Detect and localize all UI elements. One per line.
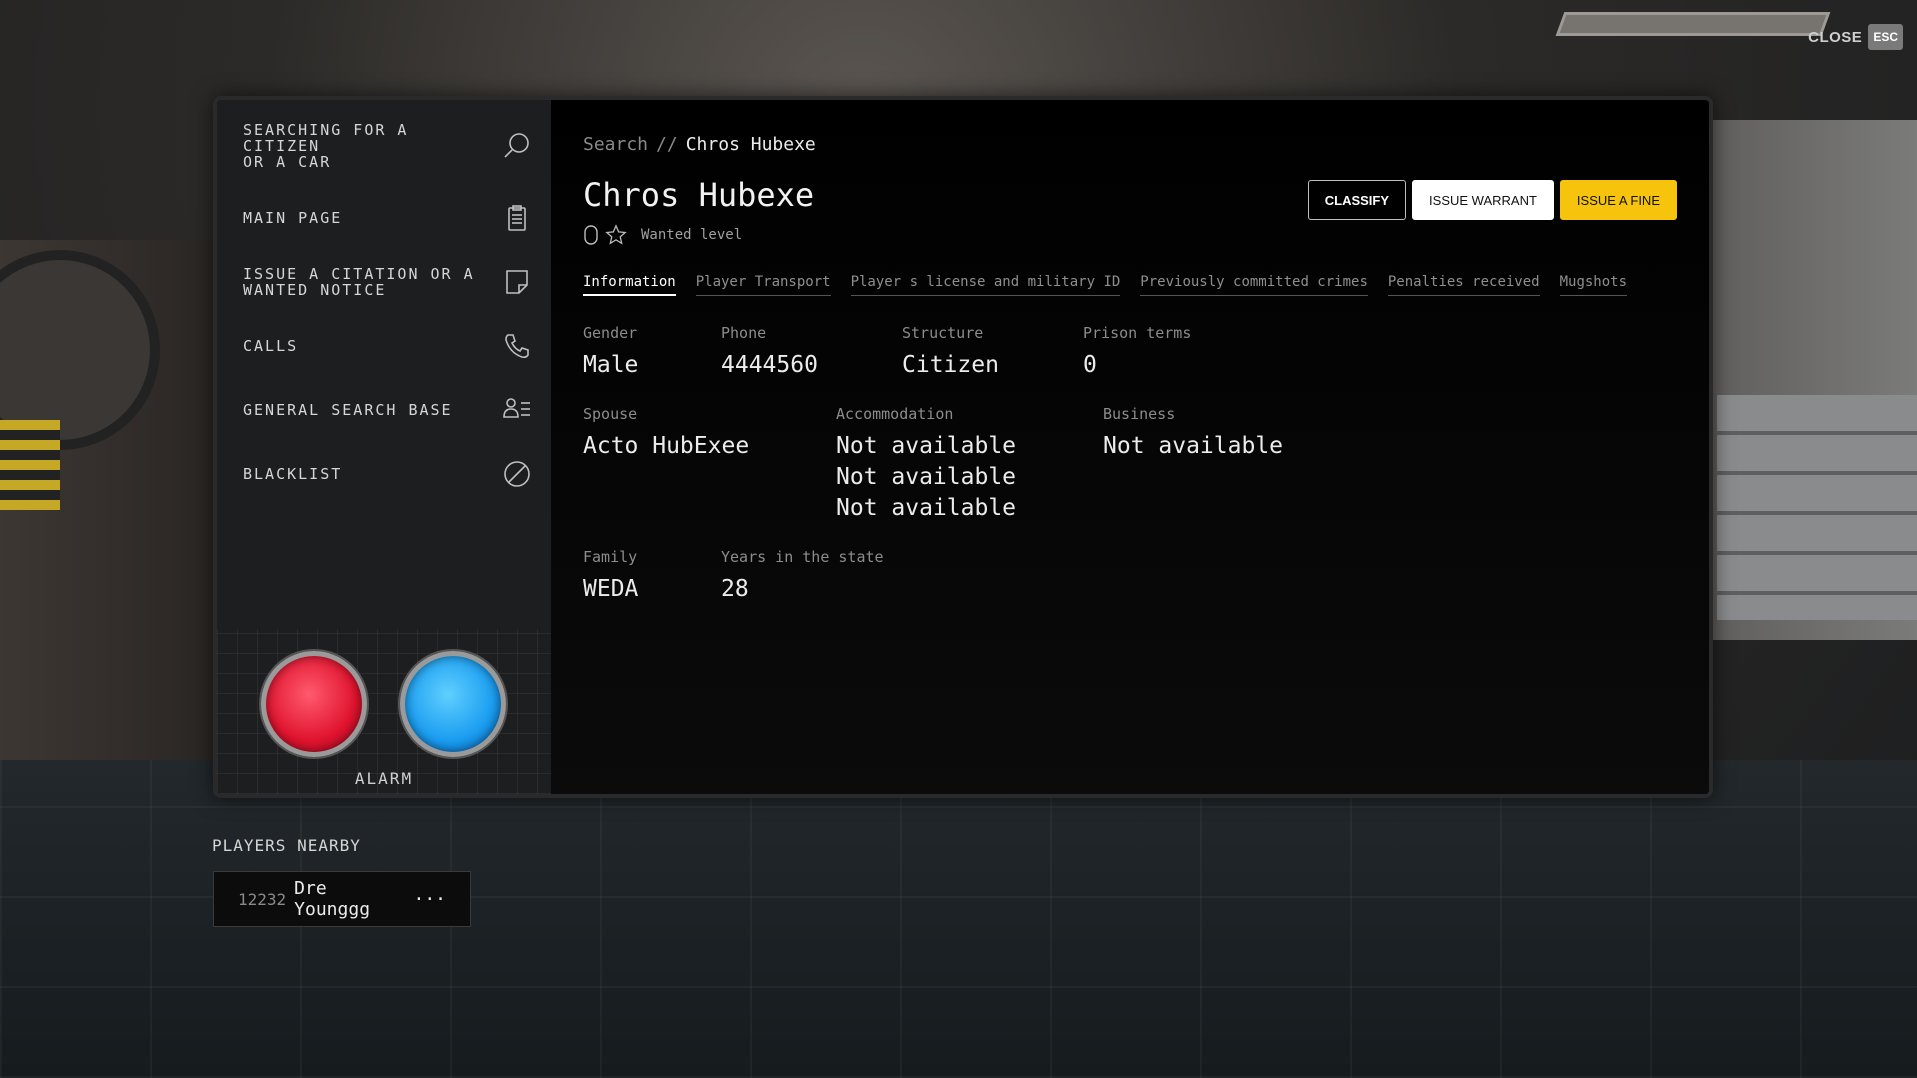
blocked-icon — [501, 458, 533, 490]
wanted-level: Wanted level — [583, 224, 742, 246]
field-label: Gender — [583, 324, 638, 342]
breadcrumb-separator: // — [656, 134, 678, 155]
field-structure: Structure Citizen — [902, 324, 999, 381]
breadcrumb-search-link[interactable]: Search — [583, 134, 648, 155]
field-label: Accommodation — [836, 405, 954, 423]
police-tablet: SEARCHING FOR A CITIZEN OR A CAR MAIN PA… — [213, 96, 1713, 798]
more-options-icon[interactable]: ··· — [413, 889, 446, 910]
breadcrumb: Search // Chros Hubexe — [583, 134, 816, 155]
tab-mugshots[interactable]: Mugshots — [1559, 274, 1628, 296]
nav-calls[interactable]: CALLS — [217, 314, 551, 378]
nav-general-search-base[interactable]: GENERAL SEARCH BASE — [217, 378, 551, 442]
alarm-blue-button[interactable] — [400, 651, 506, 757]
field-prison-terms: Prison terms 0 — [1083, 324, 1191, 381]
field-label: Family — [583, 548, 638, 566]
search-icon — [501, 130, 533, 162]
player-name: Dre Younggg — [294, 878, 371, 920]
tab-penalties[interactable]: Penalties received — [1387, 274, 1540, 296]
player-id: 12232 — [238, 889, 287, 909]
field-value: Not available — [1103, 433, 1284, 459]
phone-icon — [501, 330, 533, 362]
field-business: Business Not available — [1103, 405, 1283, 462]
classify-button[interactable]: CLASSIFY — [1307, 180, 1407, 220]
field-value: Male — [583, 352, 639, 378]
nav-label: SEARCHING FOR A CITIZEN OR A CAR — [243, 121, 409, 171]
nav-issue-citation[interactable]: ISSUE A CITATION OR A WANTED NOTICE — [217, 250, 551, 314]
field-value: Citizen — [902, 352, 999, 378]
nav-search-citizen-car[interactable]: SEARCHING FOR A CITIZEN OR A CAR — [217, 100, 551, 186]
note-icon — [501, 266, 533, 298]
nav-label: ISSUE A CITATION OR A WANTED NOTICE — [243, 265, 475, 299]
field-family: Family WEDA — [583, 548, 638, 605]
nav-label: CALLS — [243, 337, 299, 355]
issue-warrant-button[interactable]: ISSUE WARRANT — [1412, 180, 1554, 220]
field-label: Phone — [721, 324, 767, 342]
tab-license-military-id[interactable]: Player s license and military ID — [850, 274, 1121, 296]
nav-main-page[interactable]: MAIN PAGE — [217, 186, 551, 250]
field-value: 4444560 — [721, 352, 818, 378]
field-value: 28 — [721, 576, 749, 602]
main-content: Search // Chros Hubexe Chros Hubexe Wanted… — [551, 100, 1709, 794]
wanted-count-icon — [584, 225, 598, 245]
profile-tabs: Information Player Transport Player s li… — [583, 274, 1628, 296]
wanted-level-label: Wanted level — [641, 227, 743, 243]
field-label: Years in the state — [721, 548, 884, 566]
citizen-name: Chros Hubexe — [583, 176, 815, 214]
field-value: Not available — [836, 495, 1017, 521]
alarm-label: ALARM — [354, 769, 414, 788]
nav-label: BLACKLIST — [243, 465, 343, 483]
field-value: 0 — [1083, 352, 1097, 378]
background-lockers — [1717, 395, 1917, 620]
clipboard-icon — [501, 202, 533, 234]
nav-label: GENERAL SEARCH BASE — [243, 401, 453, 419]
field-accommodation: Accommodation Not available Not availabl… — [836, 405, 1016, 524]
field-label: Prison terms — [1083, 324, 1192, 342]
action-buttons: CLASSIFY ISSUE WARRANT ISSUE A FINE — [1307, 180, 1677, 220]
field-label: Structure — [902, 324, 984, 342]
nav-blacklist[interactable]: BLACKLIST — [217, 442, 551, 506]
sidebar: SEARCHING FOR A CITIZEN OR A CAR MAIN PA… — [217, 100, 551, 794]
breadcrumb-current: Chros Hubexe — [685, 134, 816, 155]
background-ceiling-light — [1555, 12, 1831, 36]
player-nearby-card[interactable]: 12232 Dre Younggg ··· — [213, 871, 471, 927]
field-label: Spouse — [583, 405, 638, 423]
esc-key-badge[interactable]: ESC — [1868, 24, 1903, 50]
tab-player-transport[interactable]: Player Transport — [695, 274, 831, 296]
field-value: WEDA — [583, 576, 639, 602]
tab-information[interactable]: Information — [583, 274, 676, 296]
field-phone: Phone 4444560 — [721, 324, 818, 381]
players-nearby-title: PLAYERS NEARBY — [212, 836, 361, 855]
alarm-red-button[interactable] — [261, 651, 367, 757]
close-label[interactable]: CLOSE — [1808, 29, 1862, 46]
field-value: Acto HubExee — [583, 433, 750, 459]
field-gender: Gender Male — [583, 324, 638, 381]
background-stripes — [0, 420, 60, 510]
star-icon — [605, 224, 627, 245]
nav-label: MAIN PAGE — [243, 209, 343, 227]
user-list-icon — [501, 394, 533, 426]
issue-fine-button[interactable]: ISSUE A FINE — [1559, 180, 1677, 220]
field-value: Not available — [836, 433, 1017, 459]
field-spouse: Spouse Acto HubExee — [583, 405, 749, 462]
field-label: Business — [1103, 405, 1176, 423]
tab-previous-crimes[interactable]: Previously committed crimes — [1140, 274, 1368, 296]
field-years-in-state: Years in the state 28 — [721, 548, 884, 605]
field-value: Not available — [836, 464, 1017, 490]
close-control[interactable]: CLOSE ESC — [1808, 24, 1903, 50]
alarm-panel: ALARM — [217, 629, 551, 794]
